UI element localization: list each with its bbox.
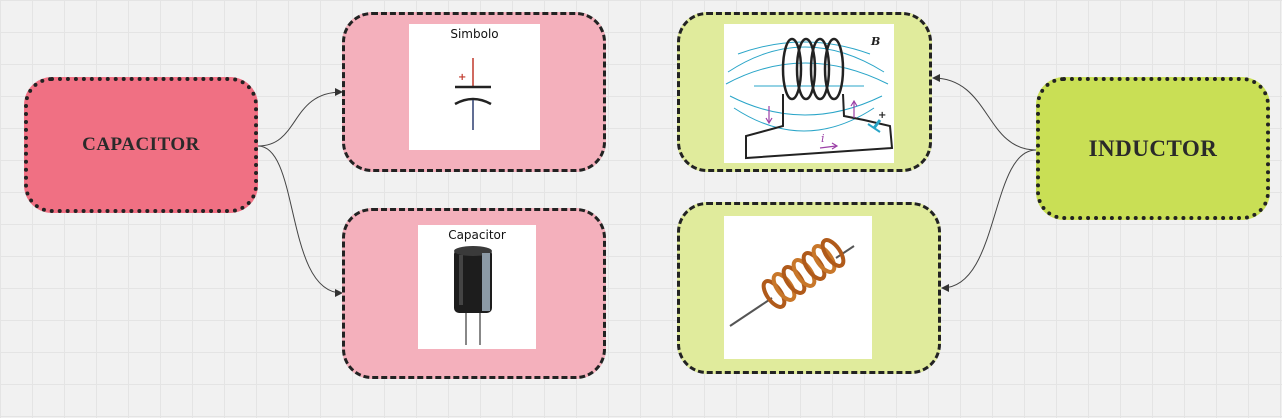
inductor-node[interactable]: INDUCTOR: [1036, 77, 1270, 220]
connector-capacitor-photo: [257, 145, 343, 297]
capacitor-photo-card[interactable]: Capacitor: [342, 208, 606, 379]
field-label: B: [870, 35, 880, 48]
capacitor-node[interactable]: CAPACITOR: [24, 77, 258, 213]
capacitor-symbol-card[interactable]: Simbolo +: [342, 12, 606, 172]
inductor-photo-image: [724, 216, 872, 359]
capacitor-photo-image: Capacitor: [418, 225, 536, 349]
inductor-field-image: B i +: [724, 24, 894, 163]
capacitor-symbol-icon: +: [454, 58, 492, 130]
electrolytic-capacitor-icon: [454, 246, 492, 345]
inductor-field-card[interactable]: B i +: [677, 12, 932, 172]
capacitor-symbol-image: Simbolo +: [409, 24, 540, 150]
inductor-title: INDUCTOR: [1088, 135, 1218, 161]
plus-sign: +: [458, 72, 466, 83]
capacitor-title: CAPACITOR: [82, 134, 200, 155]
inductor-photo-card[interactable]: [677, 202, 941, 374]
connector-capacitor-symbol: [257, 88, 343, 147]
current-label: i: [821, 132, 825, 145]
connector-inductor-photo: [941, 149, 1037, 292]
connector-inductor-field: [932, 74, 1037, 151]
battery-plus-sign: +: [878, 110, 886, 121]
copper-coil-icon: [729, 238, 855, 327]
magnetic-field-diagram-icon: B i +: [725, 35, 894, 160]
